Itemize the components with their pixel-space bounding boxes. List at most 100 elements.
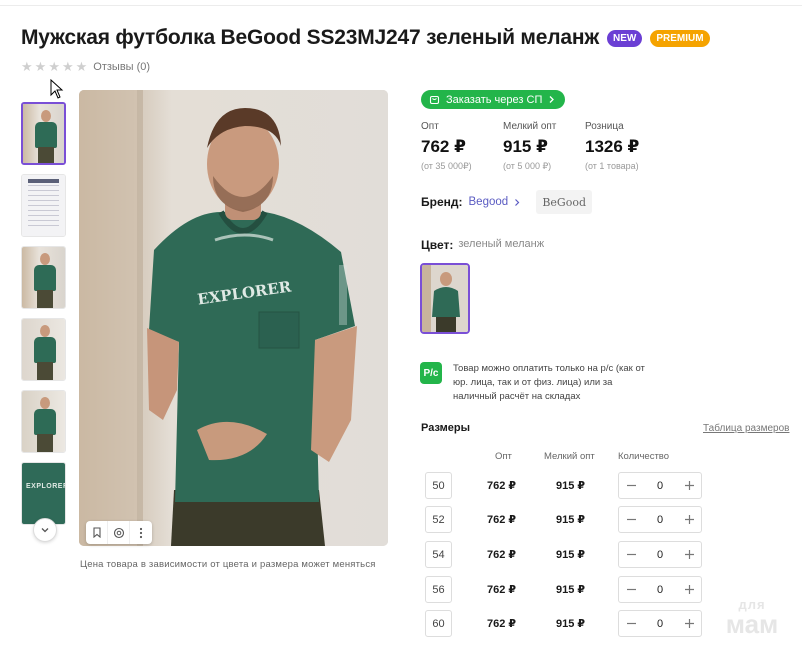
quantity-value[interactable]: 0: [657, 584, 663, 596]
minus-icon: [626, 588, 636, 591]
plus-icon: [684, 619, 694, 628]
star-icon: ★: [48, 59, 60, 74]
swatch-photo: [422, 265, 468, 332]
chevron-right-icon: [549, 96, 555, 103]
size-value: 60: [425, 610, 452, 637]
more-options-button[interactable]: [130, 521, 152, 544]
brand-label: Бренд:: [421, 195, 463, 209]
color-row: Цвет: зеленый меланж: [421, 238, 544, 252]
decrement-button[interactable]: [625, 618, 637, 630]
order-via-sp-button[interactable]: Заказать через СП: [421, 90, 566, 109]
decrement-button[interactable]: [625, 584, 637, 596]
decrement-button[interactable]: [625, 549, 637, 561]
quantity-stepper: 0: [618, 610, 702, 637]
page-title: Мужская футболка BeGood SS23MJ247 зелены…: [21, 26, 600, 49]
price-tier-condition: (от 35 000₽): [421, 161, 472, 171]
thumbnail[interactable]: [21, 174, 66, 237]
column-header-quantity: Количество: [618, 451, 670, 462]
price-tier-value: 1326 ₽: [585, 137, 640, 156]
thumbnails-scroll-down-button[interactable]: [33, 518, 57, 542]
payment-info: P/c Товар можно оплатить только на р/с (…: [420, 362, 653, 404]
increment-button[interactable]: [683, 549, 695, 561]
quantity-value[interactable]: 0: [657, 480, 663, 492]
price-tier-condition: (от 5 000 ₽): [503, 161, 552, 171]
thumbnail[interactable]: [21, 390, 66, 453]
star-icon: ★: [34, 59, 47, 74]
size-opt-price: 762 ₽: [487, 514, 517, 526]
premium-badge: PREMIUM: [650, 29, 710, 47]
plus-icon: [684, 550, 694, 559]
new-badge: NEW: [607, 29, 643, 47]
price-tier-retail: Розница 1326 ₽ (от 1 товара): [585, 121, 667, 172]
bookmark-button[interactable]: [86, 521, 108, 544]
size-row: 52 762 ₽ 915 ₽ 0: [425, 506, 705, 533]
thumbnail[interactable]: [21, 102, 66, 165]
size-small-opt-price: 915 ₽: [556, 584, 586, 596]
chevron-right-icon: [515, 198, 520, 206]
search-by-photo-button[interactable]: [108, 521, 130, 544]
minus-icon: [626, 553, 636, 556]
column-header-small-opt: Мелкий опт: [544, 451, 595, 462]
rating-stars: ★ ★ ★ ★ ★: [21, 59, 87, 75]
thumbnail[interactable]: [21, 246, 66, 309]
size-value: 52: [425, 506, 452, 533]
size-value: 56: [425, 576, 452, 603]
decrement-button[interactable]: [625, 514, 637, 526]
thumbnail-strip: EXPLORER: [21, 102, 68, 542]
size-small-opt-price: 915 ₽: [556, 618, 586, 630]
increment-button[interactable]: [683, 514, 695, 526]
reviews-link[interactable]: Отзывы (0): [93, 61, 150, 73]
size-row: 60 762 ₽ 915 ₽ 0: [425, 610, 705, 637]
plus-icon: [684, 481, 694, 490]
size-opt-price: 762 ₽: [487, 618, 517, 630]
quantity-value[interactable]: 0: [657, 618, 663, 630]
column-header-opt: Опт: [495, 451, 512, 462]
brand-link[interactable]: Begood: [469, 196, 509, 208]
price-note: Цена товара в зависимости от цвета и раз…: [80, 559, 376, 570]
size-small-opt-price: 915 ₽: [556, 514, 586, 526]
quantity-stepper: 0: [618, 576, 702, 603]
price-tier-small-opt: Мелкий опт 915 ₽ (от 5 000 ₽): [503, 121, 585, 172]
thumbnail[interactable]: EXPLORER: [21, 462, 66, 525]
price-tier-value: 915 ₽: [503, 137, 548, 156]
increment-button[interactable]: [683, 584, 695, 596]
product-photo-illustration: EXPLORER: [79, 90, 388, 546]
main-product-photo[interactable]: EXPLORER: [79, 90, 388, 546]
plus-icon: [684, 515, 694, 524]
price-tier-label: Розница: [585, 121, 624, 132]
camera-search-icon: [113, 527, 124, 538]
payment-info-text: Товар можно оплатить только на р/с (как …: [453, 363, 645, 402]
quantity-value[interactable]: 0: [657, 549, 663, 561]
color-label: Цвет:: [421, 238, 454, 252]
quantity-value[interactable]: 0: [657, 514, 663, 526]
size-value: 50: [425, 472, 452, 499]
photo-toolbar: [86, 521, 152, 544]
star-icon: ★: [75, 59, 88, 74]
site-watermark: для мам: [716, 598, 788, 637]
increment-button[interactable]: [683, 480, 695, 492]
bank-transfer-icon: P/c: [420, 362, 442, 384]
watermark-bottom: мам: [725, 609, 779, 639]
price-tier-label: Мелкий опт: [503, 121, 557, 132]
size-value: 54: [425, 541, 452, 568]
more-vertical-icon: [139, 527, 143, 538]
size-opt-price: 762 ₽: [487, 480, 517, 492]
decrement-button[interactable]: [625, 480, 637, 492]
order-via-sp-label: Заказать через СП: [446, 93, 543, 106]
brand-row: Бренд: Begood BeGood: [421, 190, 593, 214]
size-chart-link[interactable]: Таблица размеров: [703, 423, 789, 434]
thumbnail[interactable]: [21, 318, 66, 381]
quantity-stepper: 0: [618, 472, 702, 499]
sizes-title: Размеры: [421, 422, 471, 434]
price-tier-value: 762 ₽: [421, 137, 466, 156]
mouse-cursor-icon: [50, 79, 64, 99]
brand-logo[interactable]: BeGood: [536, 190, 593, 214]
quantity-stepper: 0: [618, 506, 702, 533]
star-icon: ★: [61, 59, 74, 74]
color-swatch-green-melange[interactable]: [420, 263, 470, 334]
minus-icon: [626, 518, 636, 521]
increment-button[interactable]: [683, 618, 695, 630]
minus-icon: [626, 622, 636, 625]
size-row: 54 762 ₽ 915 ₽ 0: [425, 541, 705, 568]
size-opt-price: 762 ₽: [487, 549, 517, 561]
